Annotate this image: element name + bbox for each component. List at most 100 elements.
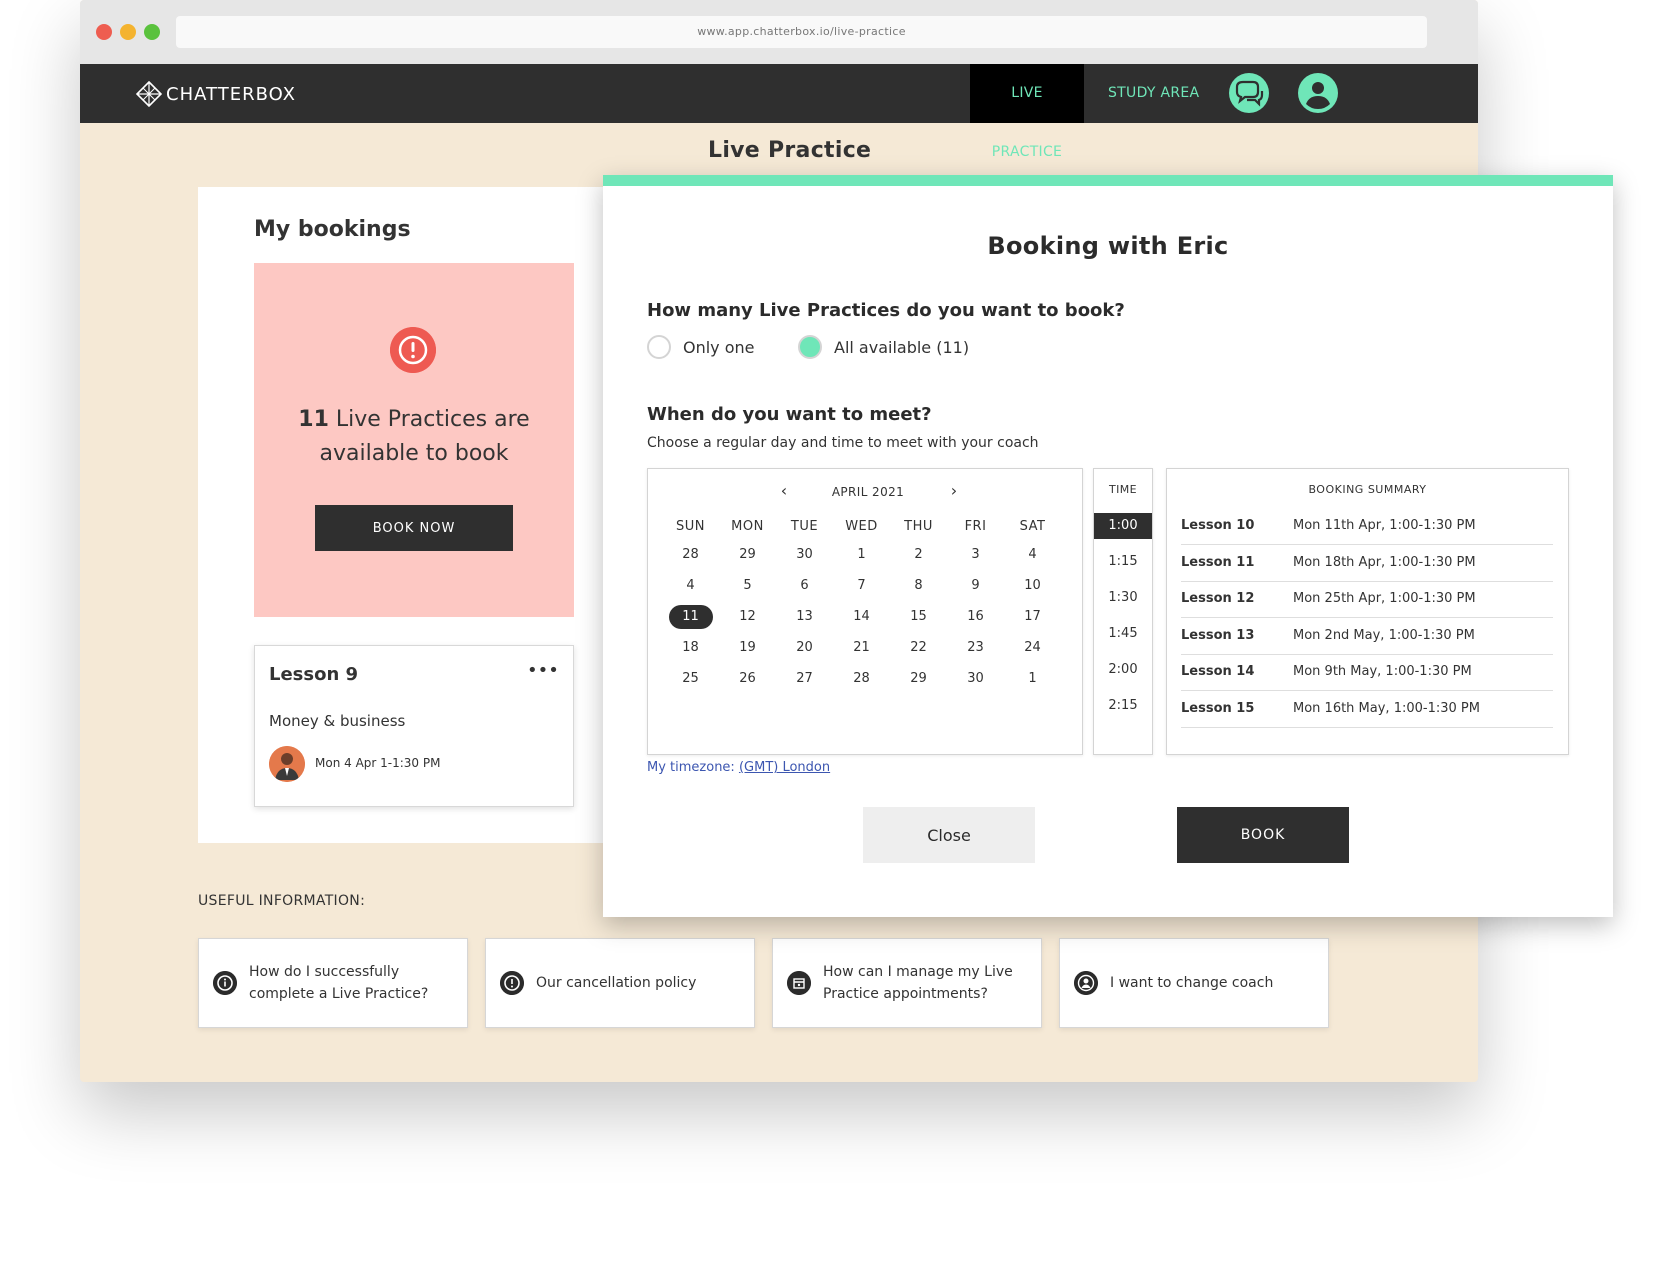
summary-row: Lesson 14 Mon 9th May, 1:00-1:30 PM	[1181, 653, 1553, 691]
alert-text: 11 Live Practices are available to book	[254, 403, 574, 471]
address-bar[interactable]: www.app.chatterbox.io/live-practice	[176, 16, 1427, 48]
info-card-text: Our cancellation policy	[536, 975, 697, 991]
calendar-day[interactable]: 8	[890, 570, 947, 601]
info-card-cancellation-policy[interactable]: Our cancellation policy	[485, 938, 755, 1028]
calendar-day[interactable]: 13	[776, 601, 833, 632]
summary-lesson: Lesson 13	[1181, 627, 1255, 643]
calendar-day[interactable]: 1	[833, 539, 890, 570]
summary-lesson: Lesson 14	[1181, 664, 1255, 679]
summary-row: Lesson 13 Mon 2nd May, 1:00-1:30 PM	[1181, 617, 1553, 655]
calendar-day[interactable]: 22	[890, 632, 947, 663]
calendar-day[interactable]: 20	[776, 632, 833, 663]
calendar-day[interactable]: 11	[662, 601, 719, 632]
calendar-day[interactable]: 19	[719, 632, 776, 663]
timezone-link[interactable]: (GMT) London	[739, 760, 830, 775]
meet-when-question: When do you want to meet?	[647, 404, 932, 425]
close-window-dot[interactable]	[96, 24, 112, 40]
prev-month-chevron-icon[interactable]: ‹	[774, 481, 794, 500]
calendar-day[interactable]: 30	[947, 663, 1004, 694]
time-slot[interactable]: 1:45	[1094, 621, 1152, 647]
info-card-complete-practice[interactable]: How do I successfully complete a Live Pr…	[198, 938, 468, 1028]
calendar-day[interactable]: 9	[947, 570, 1004, 601]
user-icon	[1074, 971, 1098, 995]
nav-live-practice[interactable]: LIVE PRACTICE	[970, 64, 1084, 160]
time-slot[interactable]: 1:15	[1094, 549, 1152, 575]
calendar-day[interactable]: 28	[662, 539, 719, 570]
time-slot[interactable]: 1:00	[1094, 513, 1152, 539]
calendar-day-selected[interactable]: 11	[668, 605, 713, 629]
modal-title: Booking with Eric	[987, 232, 1229, 260]
calendar-day[interactable]: 29	[719, 539, 776, 570]
logo[interactable]: CHATTERBOX	[136, 80, 296, 108]
time-header: TIME	[1108, 483, 1137, 496]
calendar-day[interactable]: 18	[662, 632, 719, 663]
calendar-day[interactable]: 17	[1004, 601, 1061, 632]
radio-only-one-circle[interactable]	[647, 335, 671, 359]
lesson-topic: Money & business	[269, 712, 406, 730]
lesson-card[interactable]: Lesson 9 ••• Money & business Mon 4 Apr …	[254, 645, 574, 807]
info-card-manage-appointments[interactable]: How can I manage my Live Practice appoin…	[772, 938, 1042, 1028]
calendar-day[interactable]: 28	[833, 663, 890, 694]
maximize-window-dot[interactable]	[144, 24, 160, 40]
calendar-day[interactable]: 29	[890, 663, 947, 694]
summary-row: Lesson 12 Mon 25th Apr, 1:00-1:30 PM	[1181, 580, 1553, 618]
book-button[interactable]: BOOK	[1177, 807, 1349, 863]
radio-all-available[interactable]: All available (11)	[798, 335, 969, 359]
calendar-day[interactable]: 16	[947, 601, 1004, 632]
calendar-day[interactable]: 26	[719, 663, 776, 694]
radio-only-one[interactable]: Only one	[647, 335, 755, 359]
summary-date: Mon 11th Apr, 1:00-1:30 PM	[1293, 518, 1476, 533]
radio-all-available-circle[interactable]	[798, 335, 822, 359]
user-profile-icon[interactable]	[1296, 71, 1340, 115]
time-slot[interactable]: 2:00	[1094, 657, 1152, 683]
radio-all-available-label: All available (11)	[834, 337, 970, 357]
calendar-day[interactable]: 4	[662, 570, 719, 601]
more-options-icon[interactable]: •••	[527, 662, 559, 686]
calendar-day[interactable]: 23	[947, 632, 1004, 663]
booking-count-question: How many Live Practices do you want to b…	[647, 300, 1125, 321]
minimize-window-dot[interactable]	[120, 24, 136, 40]
calendar-day[interactable]: 10	[1004, 570, 1061, 601]
calendar-day[interactable]: 5	[719, 570, 776, 601]
summary-lesson: Lesson 12	[1181, 591, 1255, 606]
calendar-day[interactable]: 3	[947, 539, 1004, 570]
calendar-day[interactable]: 14	[833, 601, 890, 632]
meet-when-subtitle: Choose a regular day and time to meet wi…	[647, 435, 1039, 451]
time-slot[interactable]: 2:15	[1094, 693, 1152, 719]
chat-icon[interactable]	[1227, 71, 1271, 115]
nav-study-area[interactable]: STUDY AREA	[1102, 64, 1205, 123]
weekday-sat: SAT	[1019, 519, 1046, 534]
summary-date: Mon 18th Apr, 1:00-1:30 PM	[1293, 554, 1476, 570]
close-button[interactable]: Close	[863, 807, 1035, 863]
info-card-change-coach[interactable]: I want to change coach	[1059, 938, 1329, 1028]
calendar-day[interactable]: 2	[890, 539, 947, 570]
info-card-text: How can I manage my Live Practice appoin…	[823, 964, 1013, 1002]
calendar-day[interactable]: 25	[662, 663, 719, 694]
book-now-button[interactable]: BOOK NOW	[315, 505, 513, 551]
calendar-icon	[787, 971, 811, 995]
summary-row: Lesson 15 Mon 16th May, 1:00-1:30 PM	[1181, 690, 1553, 728]
time-slot[interactable]: 1:30	[1094, 585, 1152, 611]
calendar-day[interactable]: 7	[833, 570, 890, 601]
calendar-day[interactable]: 27	[776, 663, 833, 694]
calendar-day[interactable]: 12	[719, 601, 776, 632]
calendar-day[interactable]: 30	[776, 539, 833, 570]
info-card-text: How do I successfully complete a Live Pr…	[249, 964, 429, 1002]
calendar-day[interactable]: 1	[1004, 663, 1061, 694]
next-month-chevron-icon[interactable]: ›	[944, 481, 964, 500]
booking-modal: Booking with Eric How many Live Practice…	[603, 175, 1613, 917]
summary-date: Mon 16th May, 1:00-1:30 PM	[1293, 700, 1480, 716]
calendar-day[interactable]: 6	[776, 570, 833, 601]
alert-message: Live Practices are available to book	[319, 407, 530, 466]
calendar-day[interactable]: 4	[1004, 539, 1061, 570]
calendar-week-row: 4 5 6 7 8 9 10	[662, 570, 1062, 601]
time-picker: TIME 1:00 1:15 1:30 1:45 2:00 2:15	[1093, 468, 1153, 755]
lesson-date: Mon 4 Apr 1-1:30 PM	[315, 756, 441, 770]
summary-date: Mon 2nd May, 1:00-1:30 PM	[1293, 627, 1475, 643]
alert-icon	[500, 971, 524, 995]
useful-info-label: USEFUL INFORMATION:	[198, 893, 366, 909]
calendar-day[interactable]: 21	[833, 632, 890, 663]
weekday-fri: FRI	[964, 519, 987, 534]
calendar-day[interactable]: 24	[1004, 632, 1061, 663]
calendar-day[interactable]: 15	[890, 601, 947, 632]
